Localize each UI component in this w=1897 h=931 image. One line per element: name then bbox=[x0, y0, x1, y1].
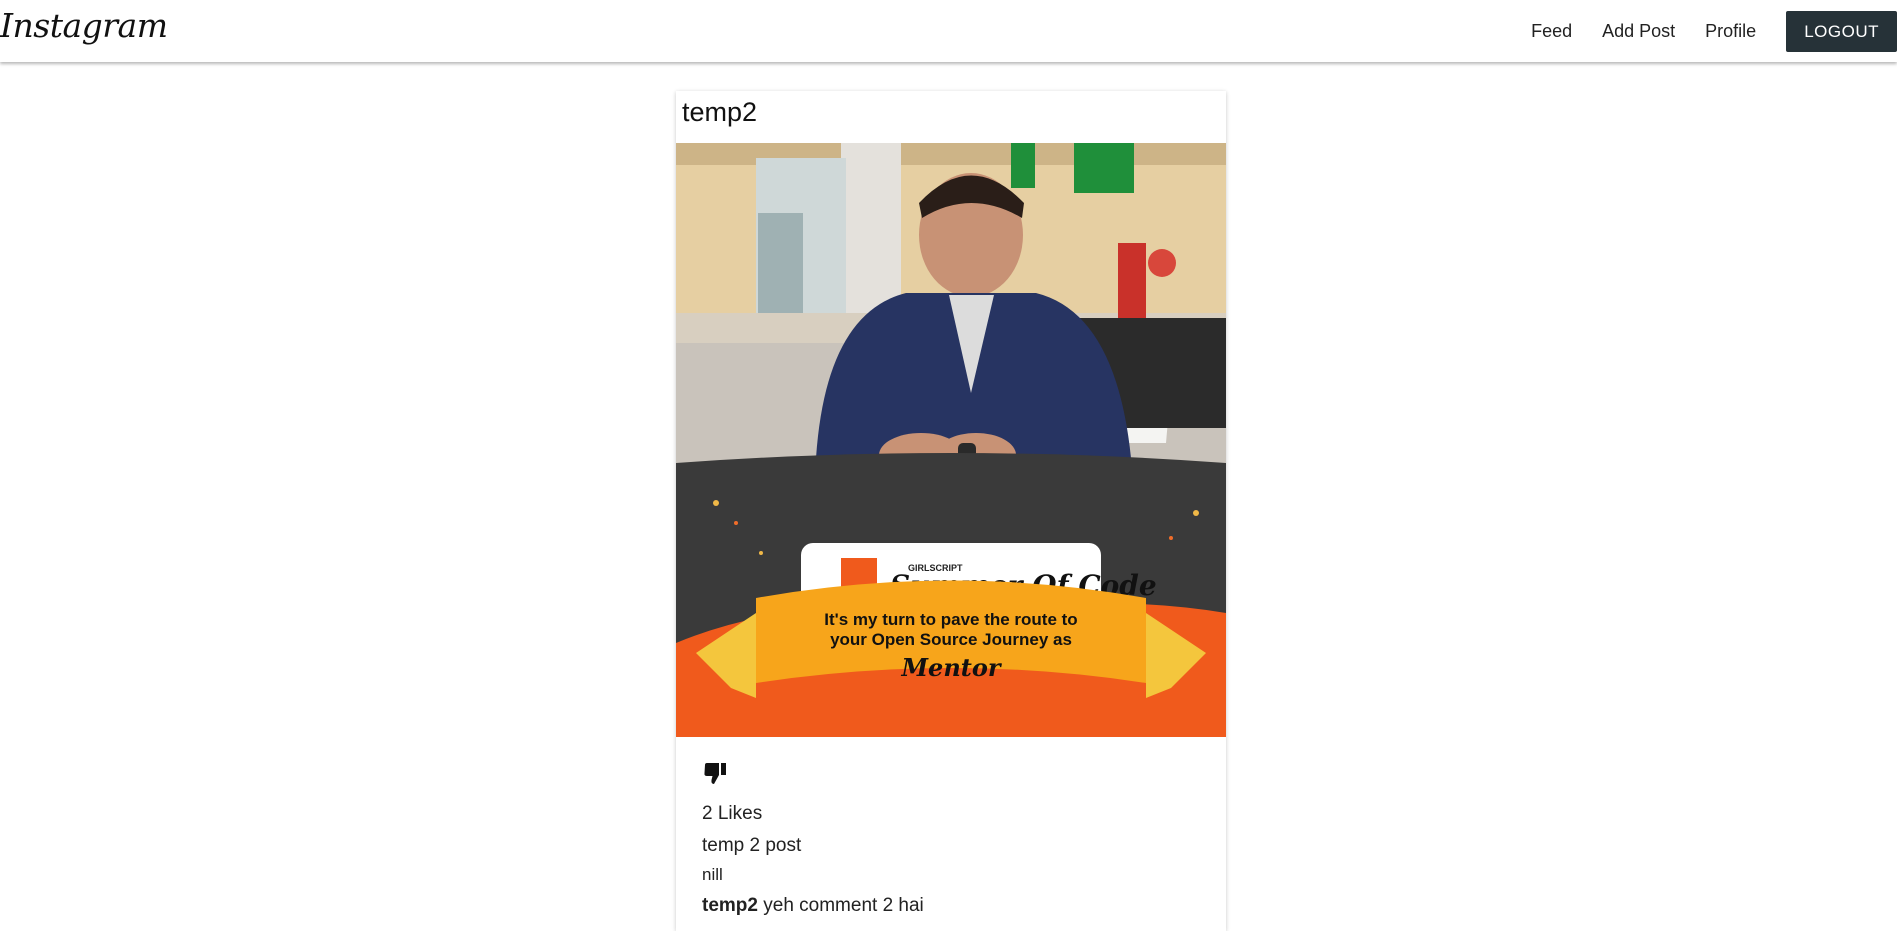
comment-text: yeh comment 2 hai bbox=[763, 895, 924, 916]
post-content: 2 Likes temp 2 post nill temp2 yeh comme… bbox=[702, 759, 1206, 917]
svg-text:your Open Source Journey as: your Open Source Journey as bbox=[830, 630, 1072, 649]
comment-item: temp2 yeh comment 2 hai bbox=[702, 895, 1206, 917]
post-image: GIRLSCRIPT Summer Of Code It's my turn t… bbox=[676, 143, 1226, 737]
post-photo: GIRLSCRIPT Summer Of Code It's my turn t… bbox=[676, 143, 1226, 737]
svg-text:It's my turn to pave the route: It's my turn to pave the route to bbox=[824, 610, 1077, 629]
nav-feed-link[interactable]: Feed bbox=[1531, 21, 1572, 42]
nav-profile-link[interactable]: Profile bbox=[1705, 21, 1756, 42]
post-username: temp2 bbox=[682, 97, 758, 127]
post-card: temp2 GIRLSCRIPT Code It's my turn to pa… bbox=[676, 91, 1226, 931]
post-body: nill bbox=[702, 865, 723, 884]
logout-button[interactable]: LOGOUT bbox=[1786, 10, 1897, 52]
brand-logo[interactable]: Instagram bbox=[0, 6, 168, 45]
post-title: temp 2 post bbox=[702, 835, 802, 856]
nav-links: Feed Add Post Profile LOGOUT bbox=[1531, 0, 1897, 62]
comment-username: temp2 bbox=[702, 895, 758, 916]
svg-text:Mentor: Mentor bbox=[900, 653, 1002, 682]
top-navbar: Instagram Feed Add Post Profile LOGOUT bbox=[0, 0, 1897, 62]
thumbs-down-icon[interactable] bbox=[702, 759, 730, 787]
likes-count: 2 Likes bbox=[702, 803, 763, 824]
nav-add-post-link[interactable]: Add Post bbox=[1602, 21, 1675, 42]
